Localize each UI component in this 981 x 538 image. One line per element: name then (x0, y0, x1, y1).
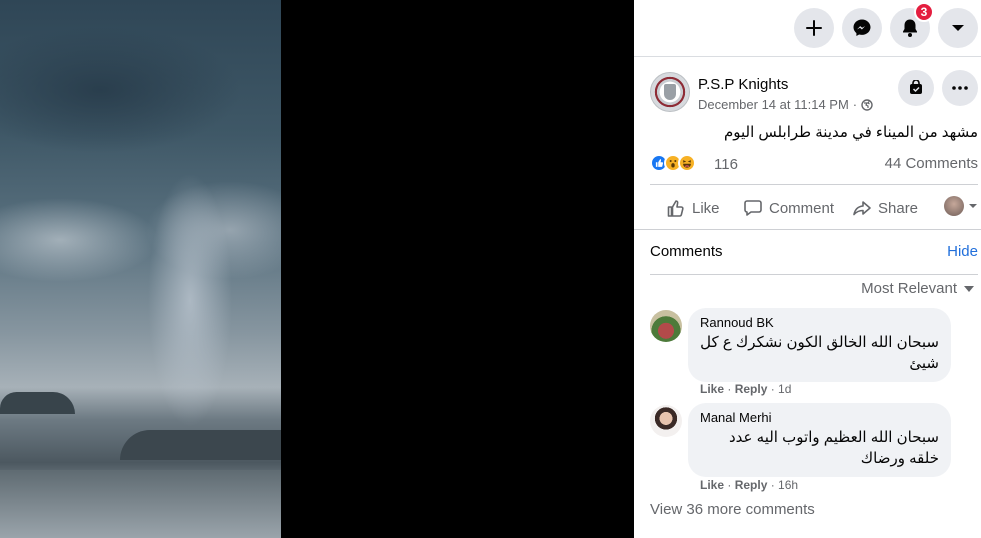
more-dots-icon (952, 86, 968, 90)
comment-text: سبحان الله العظيم واتوب اليه عدد خلقه ور… (729, 429, 939, 467)
react-as-selector[interactable] (944, 196, 978, 216)
more-options-button[interactable] (942, 70, 978, 106)
save-post-button[interactable] (898, 70, 934, 106)
shopping-bag-icon (910, 80, 922, 94)
messenger-button[interactable] (842, 8, 882, 48)
hide-comments-link[interactable]: Hide (947, 243, 978, 260)
comments-heading: Comments (650, 243, 723, 260)
divider (650, 274, 978, 275)
comment-bubble: Manal Merhi سبحان الله العظيم واتوب اليه… (688, 403, 951, 477)
media-area (0, 0, 634, 538)
post-meta: December 14 at 11:14 PM · (698, 97, 873, 112)
comment-label: Comment (769, 199, 835, 217)
topbar-icons: 3 (794, 2, 978, 48)
post-header-buttons (898, 70, 978, 106)
comment-bubble: Rannoud BK سبحان الله الخالق الكون نشكرك… (688, 308, 951, 382)
post-actions: Like Comment Share (650, 190, 978, 226)
divider (650, 184, 978, 185)
share-label: Share (878, 199, 919, 217)
divider (634, 229, 981, 230)
comments-count-link[interactable]: 44 Comments (885, 155, 978, 172)
post-side-panel: 3 P.S.P Knights December 14 at 11:14 PM … (634, 0, 981, 538)
create-button[interactable] (794, 8, 834, 48)
plus-icon (806, 20, 822, 36)
comment-time[interactable]: 16h (778, 478, 798, 492)
meta-separator: · (852, 97, 858, 112)
comment-like-link[interactable]: Like (700, 382, 724, 396)
caret-down-icon (964, 285, 974, 292)
caret-down-icon (952, 25, 964, 31)
like-button[interactable]: Like (666, 198, 720, 218)
reaction-count[interactable]: 116 (714, 156, 738, 173)
post-photo[interactable] (0, 0, 281, 538)
view-more-comments-link[interactable]: View 36 more comments (650, 501, 815, 518)
notifications-button[interactable]: 3 (890, 2, 934, 48)
reactions-bar: 116 44 Comments (650, 152, 978, 176)
caret-down-icon (969, 204, 977, 208)
comment-author[interactable]: Rannoud BK (700, 315, 939, 330)
like-label: Like (692, 199, 720, 217)
messenger-icon (853, 19, 871, 36)
post-caption: مشهد من الميناء في مدينة طرابلس اليوم (723, 124, 978, 141)
comment-author[interactable]: Manal Merhi (700, 410, 939, 425)
reaction-icons[interactable] (650, 154, 696, 172)
share-button[interactable]: Share (852, 198, 918, 218)
thumbs-up-icon (667, 200, 684, 217)
comment-time[interactable]: 1d (778, 382, 791, 396)
post-header: P.S.P Knights December 14 at 11:14 PM · (650, 70, 978, 116)
comment-bubble-icon (744, 200, 762, 216)
commenter-avatar[interactable] (650, 405, 682, 437)
comment-footer: Like · Reply · 16h (700, 478, 799, 492)
user-avatar (944, 196, 964, 216)
bell-icon (903, 19, 917, 37)
comment-like-link[interactable]: Like (700, 478, 724, 492)
haha-reaction-icon (678, 154, 696, 172)
photo-shore (0, 470, 281, 538)
comment-sort-dropdown[interactable]: Most Relevant (861, 280, 975, 297)
photo-viewer: 3 P.S.P Knights December 14 at 11:14 PM … (0, 0, 981, 538)
photo-landmass (120, 430, 281, 460)
account-menu-button[interactable] (938, 8, 978, 48)
share-arrow-icon (853, 201, 871, 216)
post-date[interactable]: December 14 at 11:14 PM (698, 97, 849, 112)
comment-reply-link[interactable]: Reply (735, 478, 768, 492)
comment-text: سبحان الله الخالق الكون نشكرك ع كل شيئ (700, 334, 939, 372)
photo-landmass (0, 392, 75, 414)
commenter-avatar[interactable] (650, 310, 682, 342)
comment-button[interactable]: Comment (743, 198, 834, 218)
page-avatar[interactable] (650, 72, 690, 112)
globe-icon[interactable] (861, 98, 873, 111)
comment-footer: Like · Reply · 1d (700, 382, 792, 396)
page-name-link[interactable]: P.S.P Knights (698, 76, 788, 93)
panel-topbar: 3 (634, 0, 981, 57)
notification-badge: 3 (914, 2, 934, 22)
comment-reply-link[interactable]: Reply (735, 382, 768, 396)
sort-label: Most Relevant (861, 280, 957, 297)
